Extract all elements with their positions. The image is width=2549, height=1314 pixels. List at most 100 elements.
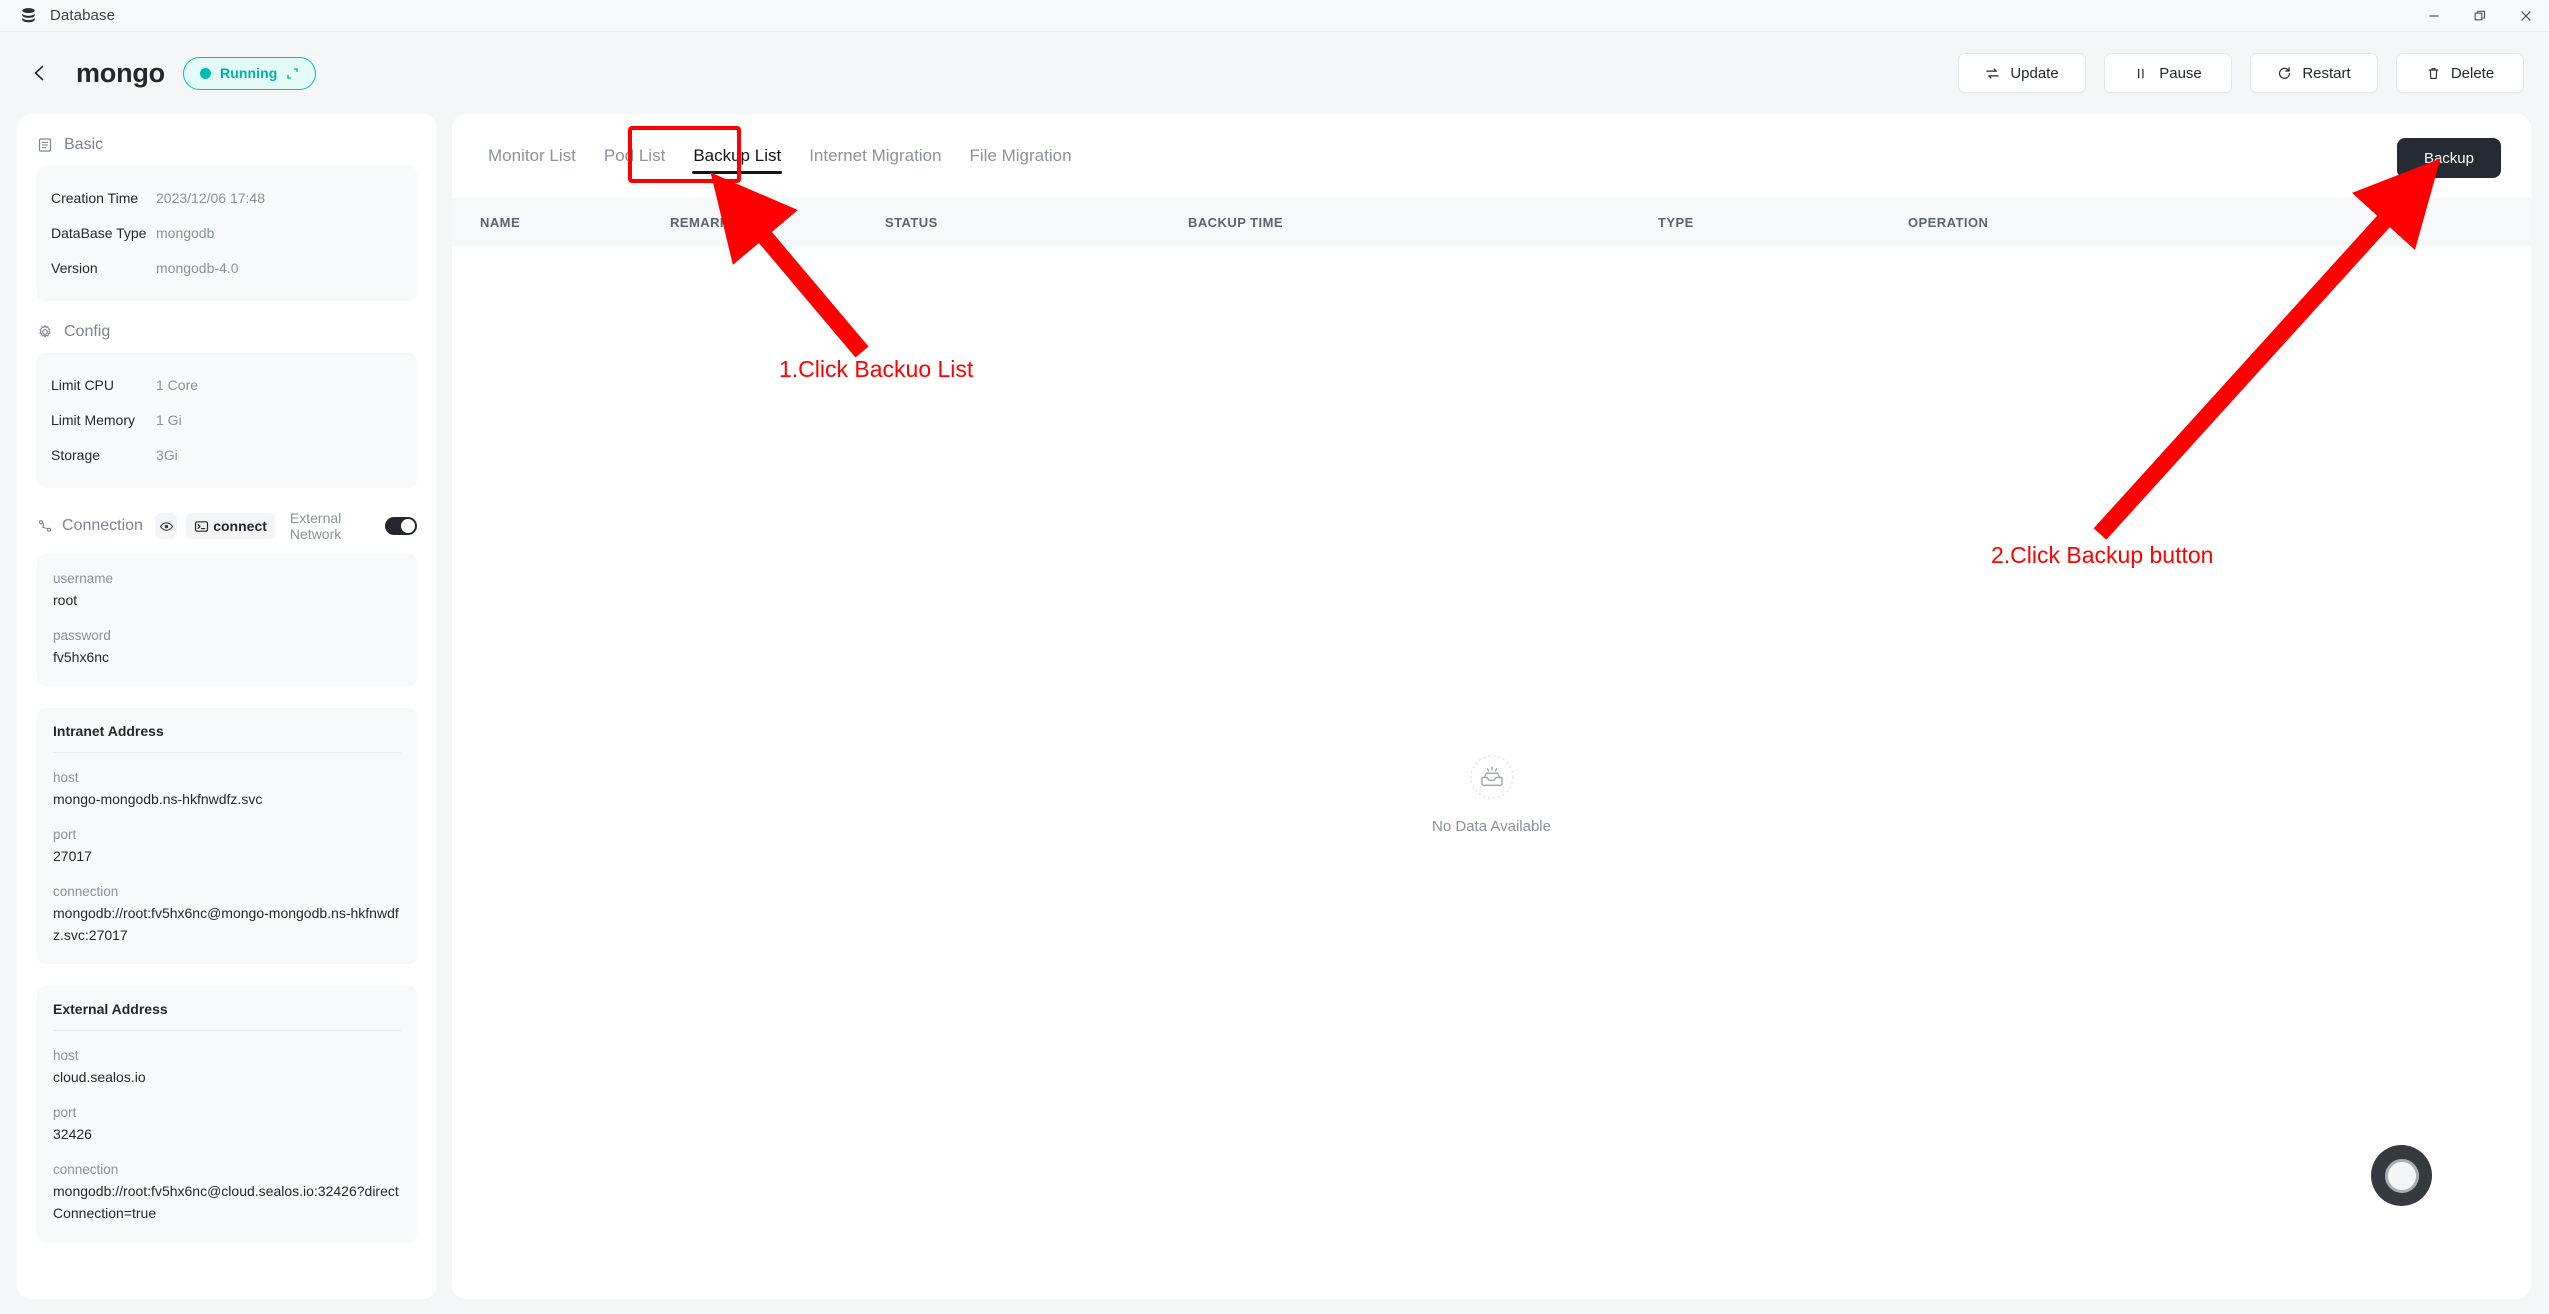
address-field: connection mongodb://root:fv5hx6nc@mongo…	[53, 881, 401, 946]
gear-icon	[37, 324, 53, 340]
field-value: mongodb://root:fv5hx6nc@mongo-mongodb.ns…	[53, 902, 401, 946]
external-address-title: External Address	[53, 1001, 401, 1030]
chevron-left-icon[interactable]	[26, 59, 54, 87]
external-network-toggle[interactable]	[385, 517, 417, 535]
cursor-indicator	[2371, 1145, 2432, 1206]
field-value: mongodb://root:fv5hx6nc@cloud.sealos.io:…	[53, 1180, 401, 1224]
connect-button[interactable]: connect	[186, 513, 275, 539]
tab-label: Monitor List	[488, 146, 576, 166]
info-key: Limit CPU	[51, 377, 156, 393]
tab-bar: Monitor List Pod List Backup List Intern…	[452, 114, 2531, 198]
tab-monitor-list[interactable]: Monitor List	[474, 130, 590, 182]
page-header: mongo Running Update	[0, 32, 2549, 114]
eye-icon[interactable]	[155, 513, 177, 539]
field-value: 32426	[53, 1123, 401, 1145]
window-title: Database	[50, 7, 115, 24]
credential-field: password fv5hx6nc	[53, 625, 401, 668]
column-header-remark: REMARK	[670, 215, 885, 230]
info-row: Limit Memory 1 Gi	[51, 402, 403, 437]
empty-state: No Data Available	[452, 754, 2531, 835]
info-value: mongodb	[156, 225, 214, 241]
delete-button-label: Delete	[2451, 65, 2494, 82]
connection-section-label: Connection	[62, 517, 143, 535]
delete-button[interactable]: Delete	[2396, 53, 2524, 93]
terminal-icon	[194, 519, 209, 534]
tab-backup-list[interactable]: Backup List	[679, 130, 795, 182]
tab-label: Internet Migration	[809, 146, 941, 166]
address-field: connection mongodb://root:fv5hx6nc@cloud…	[53, 1159, 401, 1224]
tab-pod-list[interactable]: Pod List	[590, 130, 679, 182]
external-network-label: External Network	[290, 510, 369, 542]
update-button[interactable]: Update	[1958, 53, 2086, 93]
minimize-icon[interactable]	[2411, 0, 2457, 32]
status-dot-icon	[200, 68, 211, 79]
divider	[53, 1030, 401, 1031]
titlebar-left: Database	[0, 7, 115, 24]
info-row: Creation Time 2023/12/06 17:48	[51, 180, 403, 215]
address-field: port 32426	[53, 1102, 401, 1145]
pause-button[interactable]: Pause	[2104, 53, 2232, 93]
document-icon	[37, 137, 53, 153]
status-badge-label: Running	[220, 65, 277, 81]
field-value: root	[53, 589, 401, 611]
empty-inbox-icon	[1469, 754, 1515, 800]
field-label: port	[53, 1102, 401, 1123]
connection-section-header: Connection connect External Network	[37, 510, 417, 542]
field-value: mongo-mongodb.ns-hkfnwdfz.svc	[53, 788, 401, 810]
page-title: mongo	[76, 58, 165, 89]
expand-icon	[286, 67, 299, 80]
annotation-step-1-text: 1.Click Backuo List	[779, 356, 973, 383]
backup-table-header: NAME REMARK STATUS BACKUP TIME TYPE OPER…	[452, 198, 2531, 246]
tab-label: File Migration	[970, 146, 1072, 166]
field-label: connection	[53, 1159, 401, 1180]
status-badge[interactable]: Running	[183, 57, 316, 90]
column-header-type: TYPE	[1658, 215, 1908, 230]
intranet-address-title: Intranet Address	[53, 723, 401, 752]
basic-info-card: Creation Time 2023/12/06 17:48 DataBase …	[37, 166, 417, 301]
column-header-name: NAME	[480, 215, 670, 230]
empty-state-text: No Data Available	[1432, 818, 1551, 835]
window-titlebar: Database	[0, 0, 2549, 32]
update-arrows-icon	[1985, 66, 2000, 81]
info-value: 2023/12/06 17:48	[156, 190, 265, 206]
tab-internet-migration[interactable]: Internet Migration	[795, 130, 955, 182]
divider	[53, 752, 401, 753]
address-field: host mongo-mongodb.ns-hkfnwdfz.svc	[53, 767, 401, 810]
backup-button[interactable]: Backup	[2397, 138, 2501, 178]
field-label: host	[53, 1045, 401, 1066]
update-button-label: Update	[2010, 65, 2058, 82]
credential-field: username root	[53, 568, 401, 611]
intranet-address-card: Intranet Address host mongo-mongodb.ns-h…	[37, 708, 417, 964]
restart-icon	[2277, 66, 2292, 81]
info-value: 3Gi	[156, 447, 178, 463]
column-header-backup-time: BACKUP TIME	[1188, 215, 1658, 230]
restart-button-label: Restart	[2302, 65, 2350, 82]
config-section-label: Config	[64, 323, 110, 341]
restore-icon[interactable]	[2457, 0, 2503, 32]
field-value: 27017	[53, 845, 401, 867]
link-icon	[37, 518, 53, 534]
toggle-knob	[401, 519, 415, 533]
details-sidebar: Basic Creation Time 2023/12/06 17:48 Dat…	[17, 114, 437, 1299]
database-icon	[20, 7, 37, 24]
field-label: port	[53, 824, 401, 845]
field-value: cloud.sealos.io	[53, 1066, 401, 1088]
basic-section-header: Basic	[37, 136, 417, 154]
restart-button[interactable]: Restart	[2250, 53, 2378, 93]
header-actions: Update Pause Restart	[1958, 32, 2524, 114]
annotation-step-2-text: 2.Click Backup button	[1991, 542, 2213, 569]
pause-button-label: Pause	[2159, 65, 2202, 82]
field-label: password	[53, 625, 401, 646]
trash-icon	[2426, 66, 2441, 81]
tab-label: Backup List	[693, 146, 781, 166]
credentials-card: username root password fv5hx6nc	[37, 554, 417, 686]
field-label: host	[53, 767, 401, 788]
column-header-status: STATUS	[885, 215, 1188, 230]
address-field: port 27017	[53, 824, 401, 867]
connect-button-label: connect	[213, 518, 267, 534]
info-row: DataBase Type mongodb	[51, 215, 403, 250]
info-key: DataBase Type	[51, 225, 156, 241]
info-key: Storage	[51, 447, 156, 463]
close-icon[interactable]	[2503, 0, 2549, 32]
tab-file-migration[interactable]: File Migration	[956, 130, 1086, 182]
